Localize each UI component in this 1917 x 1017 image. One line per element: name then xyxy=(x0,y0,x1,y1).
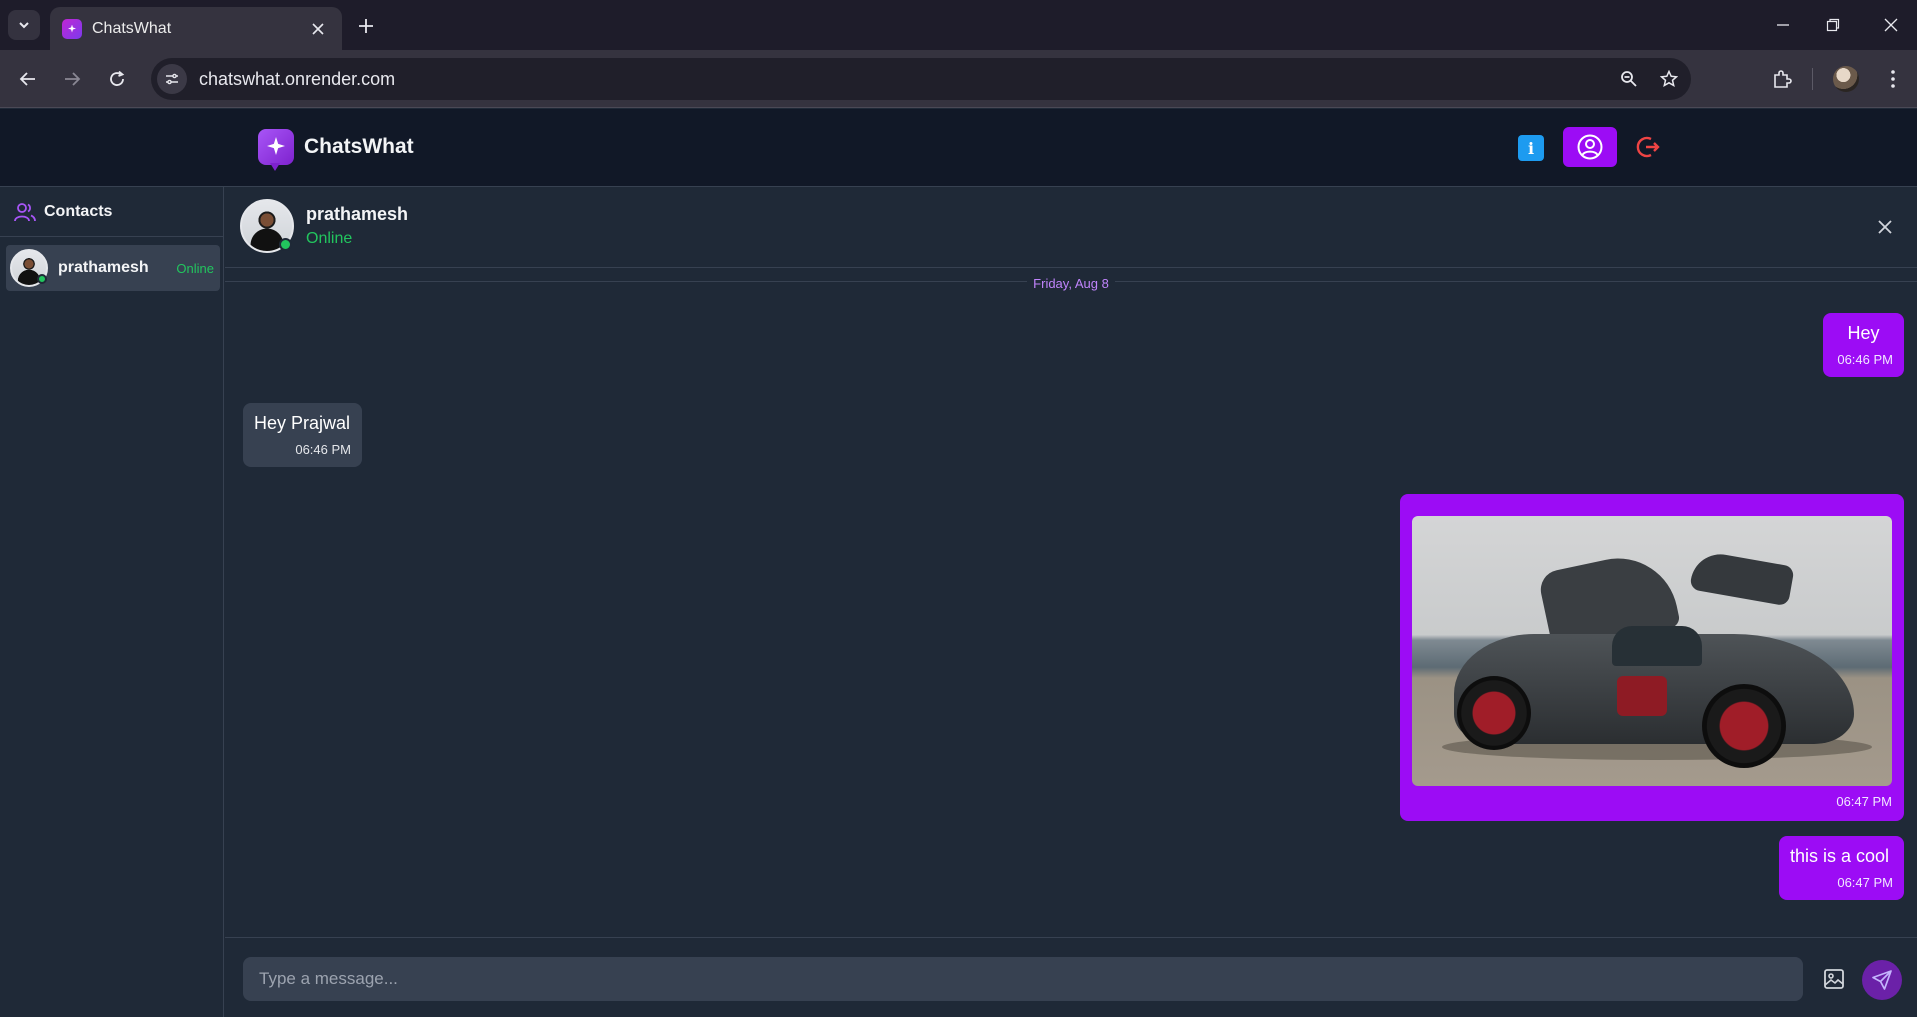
profile-button[interactable] xyxy=(1830,63,1862,95)
back-button[interactable] xyxy=(12,63,44,95)
message-composer xyxy=(225,937,1917,1017)
reload-icon xyxy=(110,70,125,86)
plus-icon xyxy=(359,19,373,33)
chat-contact-status: Online xyxy=(306,230,353,247)
contact-item[interactable]: prathamesh Online xyxy=(6,245,220,291)
message-time: 06:47 PM xyxy=(1837,875,1893,890)
back-icon xyxy=(19,72,35,86)
send-button[interactable] xyxy=(1862,960,1902,1000)
menu-dots-icon xyxy=(1891,70,1895,88)
contact-avatar xyxy=(10,249,48,287)
chevron-down-icon xyxy=(19,22,29,29)
message-bubble-outgoing[interactable]: Hey 06:46 PM xyxy=(1823,313,1904,377)
message-time: 06:47 PM xyxy=(1836,794,1892,809)
minimize-button[interactable] xyxy=(1765,10,1801,40)
forward-icon xyxy=(65,72,81,86)
chat-avatar xyxy=(240,199,294,253)
browser-tabbar: ChatsWhat xyxy=(0,0,1917,50)
date-label: Friday, Aug 8 xyxy=(225,275,1917,293)
message-time: 06:46 PM xyxy=(295,442,351,457)
info-button[interactable]: i xyxy=(1518,135,1544,161)
chat-header: prathamesh Online xyxy=(225,187,1917,268)
message-bubble-incoming[interactable]: Hey Prajwal 06:46 PM xyxy=(243,403,362,467)
profile-button[interactable] xyxy=(1563,127,1617,167)
tab-title: ChatsWhat xyxy=(92,19,172,37)
new-tab-button[interactable] xyxy=(352,12,380,40)
restore-button[interactable] xyxy=(1815,10,1851,40)
contact-name: prathamesh xyxy=(58,259,149,276)
users-icon xyxy=(14,202,36,221)
toolbar-divider xyxy=(1812,68,1813,90)
message-time: 06:46 PM xyxy=(1837,352,1893,367)
tab-close-button[interactable] xyxy=(306,17,330,41)
chat-contact-name: prathamesh xyxy=(306,204,409,224)
message-image[interactable] xyxy=(1412,516,1892,786)
chat-panel: prathamesh Online Friday, Aug 8 Hey 06:4… xyxy=(225,187,1917,1017)
reload-button[interactable] xyxy=(101,63,133,95)
browser-tab[interactable]: ChatsWhat xyxy=(50,7,342,50)
browser-menu-button[interactable] xyxy=(1877,63,1909,95)
user-circle-icon xyxy=(1577,134,1603,160)
extensions-icon xyxy=(1774,70,1792,88)
minimize-icon xyxy=(1777,24,1789,26)
address-bar[interactable]: chatswhat.onrender.com xyxy=(151,58,1691,100)
close-chat-button[interactable] xyxy=(1873,215,1897,239)
favicon-icon xyxy=(62,18,82,39)
contacts-header: Contacts xyxy=(0,187,223,237)
star-icon xyxy=(1660,70,1678,88)
send-icon xyxy=(1872,970,1892,990)
close-icon xyxy=(1884,18,1898,32)
image-icon xyxy=(1824,969,1844,989)
message-text: this is a cool xyxy=(1790,846,1890,866)
restore-icon xyxy=(1826,18,1840,32)
message-input[interactable] xyxy=(243,957,1803,1001)
contacts-sidebar: Contacts prathamesh Online xyxy=(0,187,224,1017)
brand-name: ChatsWhat xyxy=(304,135,414,158)
close-icon xyxy=(312,22,324,35)
attach-image-button[interactable] xyxy=(1821,966,1847,992)
tab-search-button[interactable] xyxy=(8,10,40,40)
extensions-button[interactable] xyxy=(1766,63,1798,95)
logo-icon xyxy=(258,129,294,165)
profile-avatar xyxy=(1833,66,1859,92)
app-header: ChatsWhat i xyxy=(0,109,1917,187)
logout-icon xyxy=(1636,136,1660,158)
window-close-button[interactable] xyxy=(1873,10,1909,40)
close-icon xyxy=(1878,220,1892,234)
online-indicator xyxy=(37,274,47,284)
site-info-icon xyxy=(166,73,178,85)
brand[interactable]: ChatsWhat xyxy=(258,129,414,165)
browser-toolbar: chatswhat.onrender.com xyxy=(0,50,1917,108)
logout-button[interactable] xyxy=(1632,131,1664,163)
bookmark-button[interactable] xyxy=(1651,61,1687,97)
contact-status: Online xyxy=(176,260,214,276)
message-bubble-outgoing[interactable]: this is a cool 06:47 PM xyxy=(1779,836,1904,900)
zoom-button[interactable] xyxy=(1611,61,1647,97)
forward-button[interactable] xyxy=(56,63,88,95)
message-text: Hey xyxy=(1847,323,1880,343)
message-bubble-image[interactable]: 06:47 PM xyxy=(1400,494,1904,821)
online-indicator xyxy=(279,238,292,251)
zoom-icon xyxy=(1621,71,1637,87)
site-info-button[interactable] xyxy=(157,64,187,94)
info-icon: i xyxy=(1527,138,1535,158)
contacts-title: Contacts xyxy=(44,202,113,220)
message-text: Hey Prajwal xyxy=(254,413,351,433)
url-text: chatswhat.onrender.com xyxy=(199,68,396,89)
